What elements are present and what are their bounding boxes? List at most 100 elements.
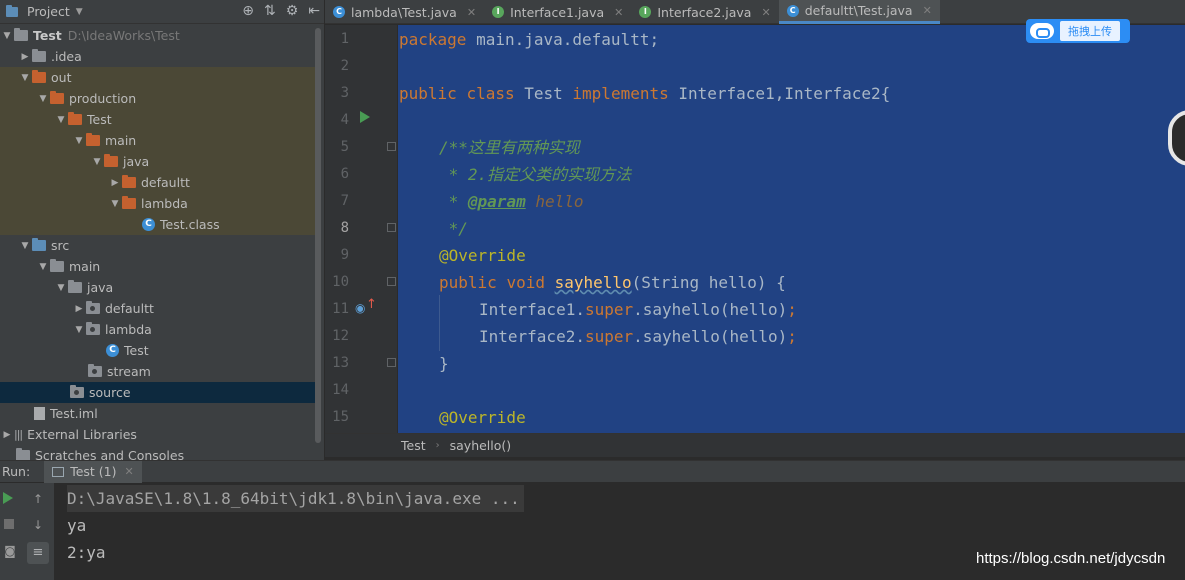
collapse-arrow-icon[interactable]: ▶ — [18, 52, 32, 62]
locate-icon[interactable]: ⊕ — [242, 3, 254, 19]
fold-icon[interactable] — [387, 358, 396, 367]
tree-item-test-iml[interactable]: Test.iml — [0, 403, 316, 424]
tree-item-external-libraries[interactable]: ▶ ||| External Libraries — [0, 424, 316, 445]
override-arrow-icon[interactable]: ↑ — [366, 297, 377, 312]
expand-arrow-icon[interactable]: ▼ — [72, 136, 86, 146]
interface-icon: I — [639, 6, 652, 18]
expand-arrow-icon[interactable]: ▼ — [72, 325, 86, 335]
project-scrollbar[interactable] — [315, 28, 321, 443]
tree-item-test-root[interactable]: ▼ Test D:\IdeaWorks\Test — [0, 25, 316, 46]
soft-wrap-icon[interactable]: ≡ — [27, 542, 49, 564]
class-icon: C — [106, 344, 119, 357]
line-number: 15 — [332, 409, 349, 425]
tree-item-src[interactable]: ▼ src — [0, 235, 316, 256]
tab-defaultt-test[interactable]: C defaultt\Test.java ✕ — [778, 0, 940, 24]
tree-item-label: lambda — [141, 196, 188, 211]
expand-arrow-icon[interactable]: ▼ — [54, 115, 68, 125]
run-tab[interactable]: Test (1) ✕ — [44, 460, 142, 483]
line-number: 6 — [340, 166, 349, 182]
tree-item-production[interactable]: ▼ production — [0, 88, 316, 109]
tree-item-src-lambda[interactable]: ▼ lambda — [0, 319, 316, 340]
console-line: 2:ya — [67, 543, 106, 562]
expand-arrow-icon[interactable]: ▼ — [108, 199, 122, 209]
camera-icon[interactable]: ◙ — [2, 543, 18, 559]
tree-item-src-java[interactable]: ▼ java — [0, 277, 316, 298]
close-icon[interactable]: ✕ — [614, 6, 623, 19]
tree-item-out-lambda[interactable]: ▼ lambda — [0, 193, 316, 214]
expand-arrow-icon[interactable]: ▼ — [36, 94, 50, 104]
expand-arrow-icon[interactable]: ▼ — [18, 73, 32, 83]
project-toolbar: ⊕ ⇅ ⚙ ⇤ — [242, 3, 320, 19]
expand-arrow-icon[interactable]: ▼ — [36, 262, 50, 272]
tree-item-src-defaultt[interactable]: ▶ defaultt — [0, 298, 316, 319]
folder-icon — [50, 91, 64, 104]
code-line-9: @Override — [439, 246, 526, 265]
fold-icon[interactable] — [387, 277, 396, 286]
tree-item-out-defaultt[interactable]: ▶ defaultt — [0, 172, 316, 193]
tree-item-source[interactable]: source — [0, 382, 316, 403]
override-icon[interactable]: ◉ — [355, 301, 365, 315]
keyword: super — [584, 300, 634, 319]
tab-interface2[interactable]: I Interface2.java ✕ — [631, 0, 778, 24]
tree-item-out-test[interactable]: ▼ Test — [0, 109, 316, 130]
project-panel-title[interactable]: Project — [27, 4, 70, 19]
tree-item-stream[interactable]: stream — [0, 361, 316, 382]
arrow-down-icon[interactable]: ↓ — [30, 517, 46, 533]
expand-arrow-icon[interactable]: ▼ — [90, 157, 104, 167]
breadcrumb-item[interactable]: Test — [401, 438, 426, 453]
line-number: 14 — [332, 382, 349, 398]
tree-item-test-class[interactable]: C Test.class — [0, 214, 316, 235]
breadcrumb-item[interactable]: sayhello() — [450, 438, 512, 453]
expand-arrow-icon[interactable]: ▼ — [54, 283, 68, 293]
rerun-icon[interactable] — [3, 492, 13, 504]
code-line-8: */ — [439, 219, 468, 238]
tree-item-out-java[interactable]: ▼ java — [0, 151, 316, 172]
close-icon[interactable]: ✕ — [761, 6, 770, 19]
tree-item-label: Test — [124, 343, 149, 358]
class-icon: C — [333, 6, 345, 18]
keyword: public — [439, 273, 497, 292]
tab-interface1[interactable]: I Interface1.java ✕ — [484, 0, 631, 24]
gear-icon[interactable]: ⚙ — [286, 3, 299, 19]
expand-arrow-icon[interactable]: ▼ — [0, 31, 14, 41]
run-gutter-icon[interactable] — [360, 111, 370, 123]
fold-icon[interactable] — [387, 142, 396, 151]
tree-item-out-main[interactable]: ▼ main — [0, 130, 316, 151]
collapse-all-icon[interactable]: ⇅ — [264, 3, 276, 19]
code-text: .sayhello(hello) — [633, 300, 788, 319]
tree-item-idea[interactable]: ▶ .idea — [0, 46, 316, 67]
code-line-5: /**这里有两种实现 — [439, 138, 580, 157]
chevron-down-icon[interactable]: ▼ — [76, 7, 83, 17]
semicolon: ; — [787, 327, 797, 346]
semicolon: ; — [787, 300, 797, 319]
tree-item-label: lambda — [105, 322, 152, 337]
close-icon[interactable]: ✕ — [124, 465, 133, 478]
code-editor[interactable]: package main.java.defaultt; public class… — [398, 25, 1185, 433]
folder-icon — [32, 238, 46, 251]
collapse-arrow-icon[interactable]: ▶ — [108, 178, 122, 188]
tree-item-scratches[interactable]: Scratches and Consoles — [0, 445, 316, 460]
tree-item-src-main[interactable]: ▼ main — [0, 256, 316, 277]
stop-icon[interactable] — [4, 519, 14, 529]
arrow-up-icon[interactable]: ↑ — [30, 491, 46, 507]
line-number: 7 — [340, 193, 349, 209]
code-line-12: Interface2.super.sayhello(hello); — [479, 323, 797, 350]
project-panel: Project ▼ ⊕ ⇅ ⚙ ⇤ ▼ Test D:\IdeaWorks\Te… — [0, 0, 324, 460]
expand-arrow-icon[interactable]: ▼ — [18, 241, 32, 251]
class-icon: C — [786, 4, 799, 17]
hide-panel-icon[interactable]: ⇤ — [308, 3, 320, 19]
line-number: 11 — [332, 301, 349, 317]
close-icon[interactable]: ✕ — [467, 6, 476, 19]
run-toolbar: Run: Test (1) ✕ — [0, 460, 1185, 483]
close-icon[interactable]: ✕ — [923, 4, 932, 17]
collapse-arrow-icon[interactable]: ▶ — [72, 304, 86, 314]
editor-gutter[interactable]: 1 2 3 4 5 6 7 8 9 10 11 12 13 14 15 ◉ ↑ — [325, 25, 397, 433]
tree-item-out[interactable]: ▼ out — [0, 67, 316, 88]
package-icon — [86, 301, 100, 314]
upload-badge[interactable]: 拖拽上传 — [1026, 19, 1130, 43]
fold-icon[interactable] — [387, 223, 396, 232]
collapse-arrow-icon[interactable]: ▶ — [0, 430, 14, 440]
tree-item-label: production — [69, 91, 137, 106]
tab-lambda-test[interactable]: C lambda\Test.java ✕ — [325, 0, 484, 24]
tree-item-src-test[interactable]: C Test — [0, 340, 316, 361]
